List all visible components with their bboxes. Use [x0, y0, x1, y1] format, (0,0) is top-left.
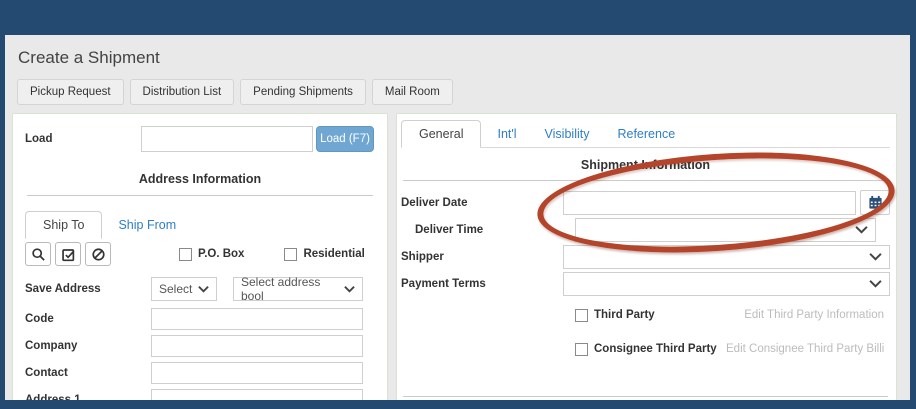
load-label: Load: [25, 133, 53, 145]
shipment-information-heading: Shipment Information: [580, 158, 711, 172]
third-party-label: Third Party: [594, 309, 655, 321]
payment-terms-row: Payment Terms: [401, 271, 890, 296]
contact-input[interactable]: [151, 362, 363, 384]
deliver-date-label: Deliver Date: [401, 196, 468, 209]
shipment-section-divider: [403, 180, 888, 181]
field-row-contact: Contact: [25, 362, 375, 384]
tab-ship-from[interactable]: Ship From: [106, 212, 188, 238]
address-panel: Load Load (F7) Address Information Ship …: [12, 113, 388, 400]
address-information-heading: Address Information: [138, 172, 262, 186]
consignee-third-party-row: Consignee Third Party Edit Consignee Thi…: [401, 339, 890, 359]
shipment-panel: General Int'l Visibility Reference Shipm…: [396, 113, 897, 400]
po-box-label: P.O. Box: [198, 248, 245, 260]
nav-mail-room-button[interactable]: Mail Room: [371, 79, 453, 105]
edit-third-party-link[interactable]: Edit Third Party Information: [744, 309, 884, 321]
chevron-down-icon: [855, 226, 868, 234]
tab-reference[interactable]: Reference: [605, 121, 687, 147]
address-book-select[interactable]: Select address bool: [233, 275, 363, 303]
address-tabs: Ship To Ship From: [25, 211, 375, 239]
save-address-select[interactable]: Select: [151, 277, 217, 301]
clear-address-button[interactable]: [85, 242, 111, 266]
save-address-select-value: Select: [159, 282, 193, 296]
load-button[interactable]: Load (F7): [316, 126, 374, 152]
window-frame-right: [910, 35, 916, 409]
page-title: Create a Shipment: [18, 48, 160, 67]
shipment-tabs: General Int'l Visibility Reference: [401, 120, 890, 148]
contact-label: Contact: [25, 367, 68, 379]
search-icon: [31, 247, 45, 261]
deliver-date-row: Deliver Date: [401, 190, 890, 215]
validate-address-button[interactable]: [55, 242, 81, 266]
window-frame-bottom: [0, 400, 916, 409]
chevron-down-icon: [344, 286, 355, 293]
validate-address-icon: [61, 248, 74, 261]
payment-terms-select[interactable]: [563, 271, 890, 296]
nav-pickup-request-button[interactable]: Pickup Request: [17, 79, 124, 105]
tab-ship-to[interactable]: Ship To: [25, 211, 103, 239]
code-label: Code: [25, 313, 54, 325]
shipper-row: Shipper: [401, 244, 890, 269]
deliver-date-input[interactable]: [563, 190, 856, 215]
address-book-select-value: Select address bool: [241, 275, 321, 303]
po-box-group: P.O. Box: [179, 247, 245, 261]
address-fields: Code Company Contact Address 1: [25, 308, 375, 400]
load-row: Load Load (F7): [25, 126, 375, 152]
edit-consignee-third-party-link[interactable]: Edit Consignee Third Party Billing: [726, 343, 884, 355]
company-label: Company: [25, 340, 78, 352]
chevron-down-icon: [198, 286, 209, 293]
company-input[interactable]: [151, 335, 363, 357]
address-toolbar: P.O. Box Residential: [25, 242, 375, 266]
tab-general[interactable]: General: [401, 120, 482, 148]
residential-group: Residential: [284, 247, 365, 261]
consignee-third-party-label: Consignee Third Party: [594, 343, 717, 355]
package-section-divider-top: [403, 396, 888, 397]
deliver-time-select[interactable]: [575, 217, 876, 242]
nav-pending-shipments-button[interactable]: Pending Shipments: [240, 79, 366, 105]
residential-checkbox[interactable]: [284, 247, 298, 261]
load-input[interactable]: [141, 126, 313, 152]
app-window: Create a Shipment Pickup Request Distrib…: [0, 0, 916, 409]
address-1-input[interactable]: [151, 389, 363, 400]
tab-intl[interactable]: Int'l: [485, 121, 528, 147]
chevron-down-icon: [869, 280, 882, 288]
panels-row: Load Load (F7) Address Information Ship …: [12, 113, 903, 400]
tab-visibility[interactable]: Visibility: [533, 121, 602, 147]
main-content: Create a Shipment Pickup Request Distrib…: [5, 35, 910, 400]
clear-address-icon: [91, 247, 105, 261]
third-party-row: Third Party Edit Third Party Information: [401, 305, 890, 325]
po-box-checkbox[interactable]: [179, 247, 192, 261]
third-party-checkbox[interactable]: [575, 308, 588, 322]
deliver-time-label: Deliver Time: [415, 223, 484, 236]
nav-button-row: Pickup Request Distribution List Pending…: [17, 79, 903, 105]
residential-label: Residential: [303, 248, 365, 260]
search-address-button[interactable]: [25, 242, 51, 266]
shipper-label: Shipper: [401, 250, 444, 263]
address-section-divider: [27, 195, 373, 196]
field-row-address-1: Address 1: [25, 389, 375, 400]
payment-terms-label: Payment Terms: [401, 277, 486, 290]
deliver-time-row: Deliver Time: [401, 217, 890, 242]
shipper-select[interactable]: [563, 244, 890, 269]
field-row-code: Code: [25, 308, 375, 330]
chevron-down-icon: [869, 253, 882, 261]
save-address-row: Save Address Select Select address bool: [25, 275, 375, 303]
calendar-icon: [868, 195, 882, 209]
save-address-label: Save Address: [25, 283, 101, 295]
field-row-company: Company: [25, 335, 375, 357]
deliver-date-calendar-button[interactable]: [860, 190, 890, 215]
top-title-bar: [0, 0, 916, 35]
consignee-third-party-checkbox[interactable]: [575, 342, 588, 356]
code-input[interactable]: [151, 308, 363, 330]
nav-distribution-list-button[interactable]: Distribution List: [129, 79, 235, 105]
